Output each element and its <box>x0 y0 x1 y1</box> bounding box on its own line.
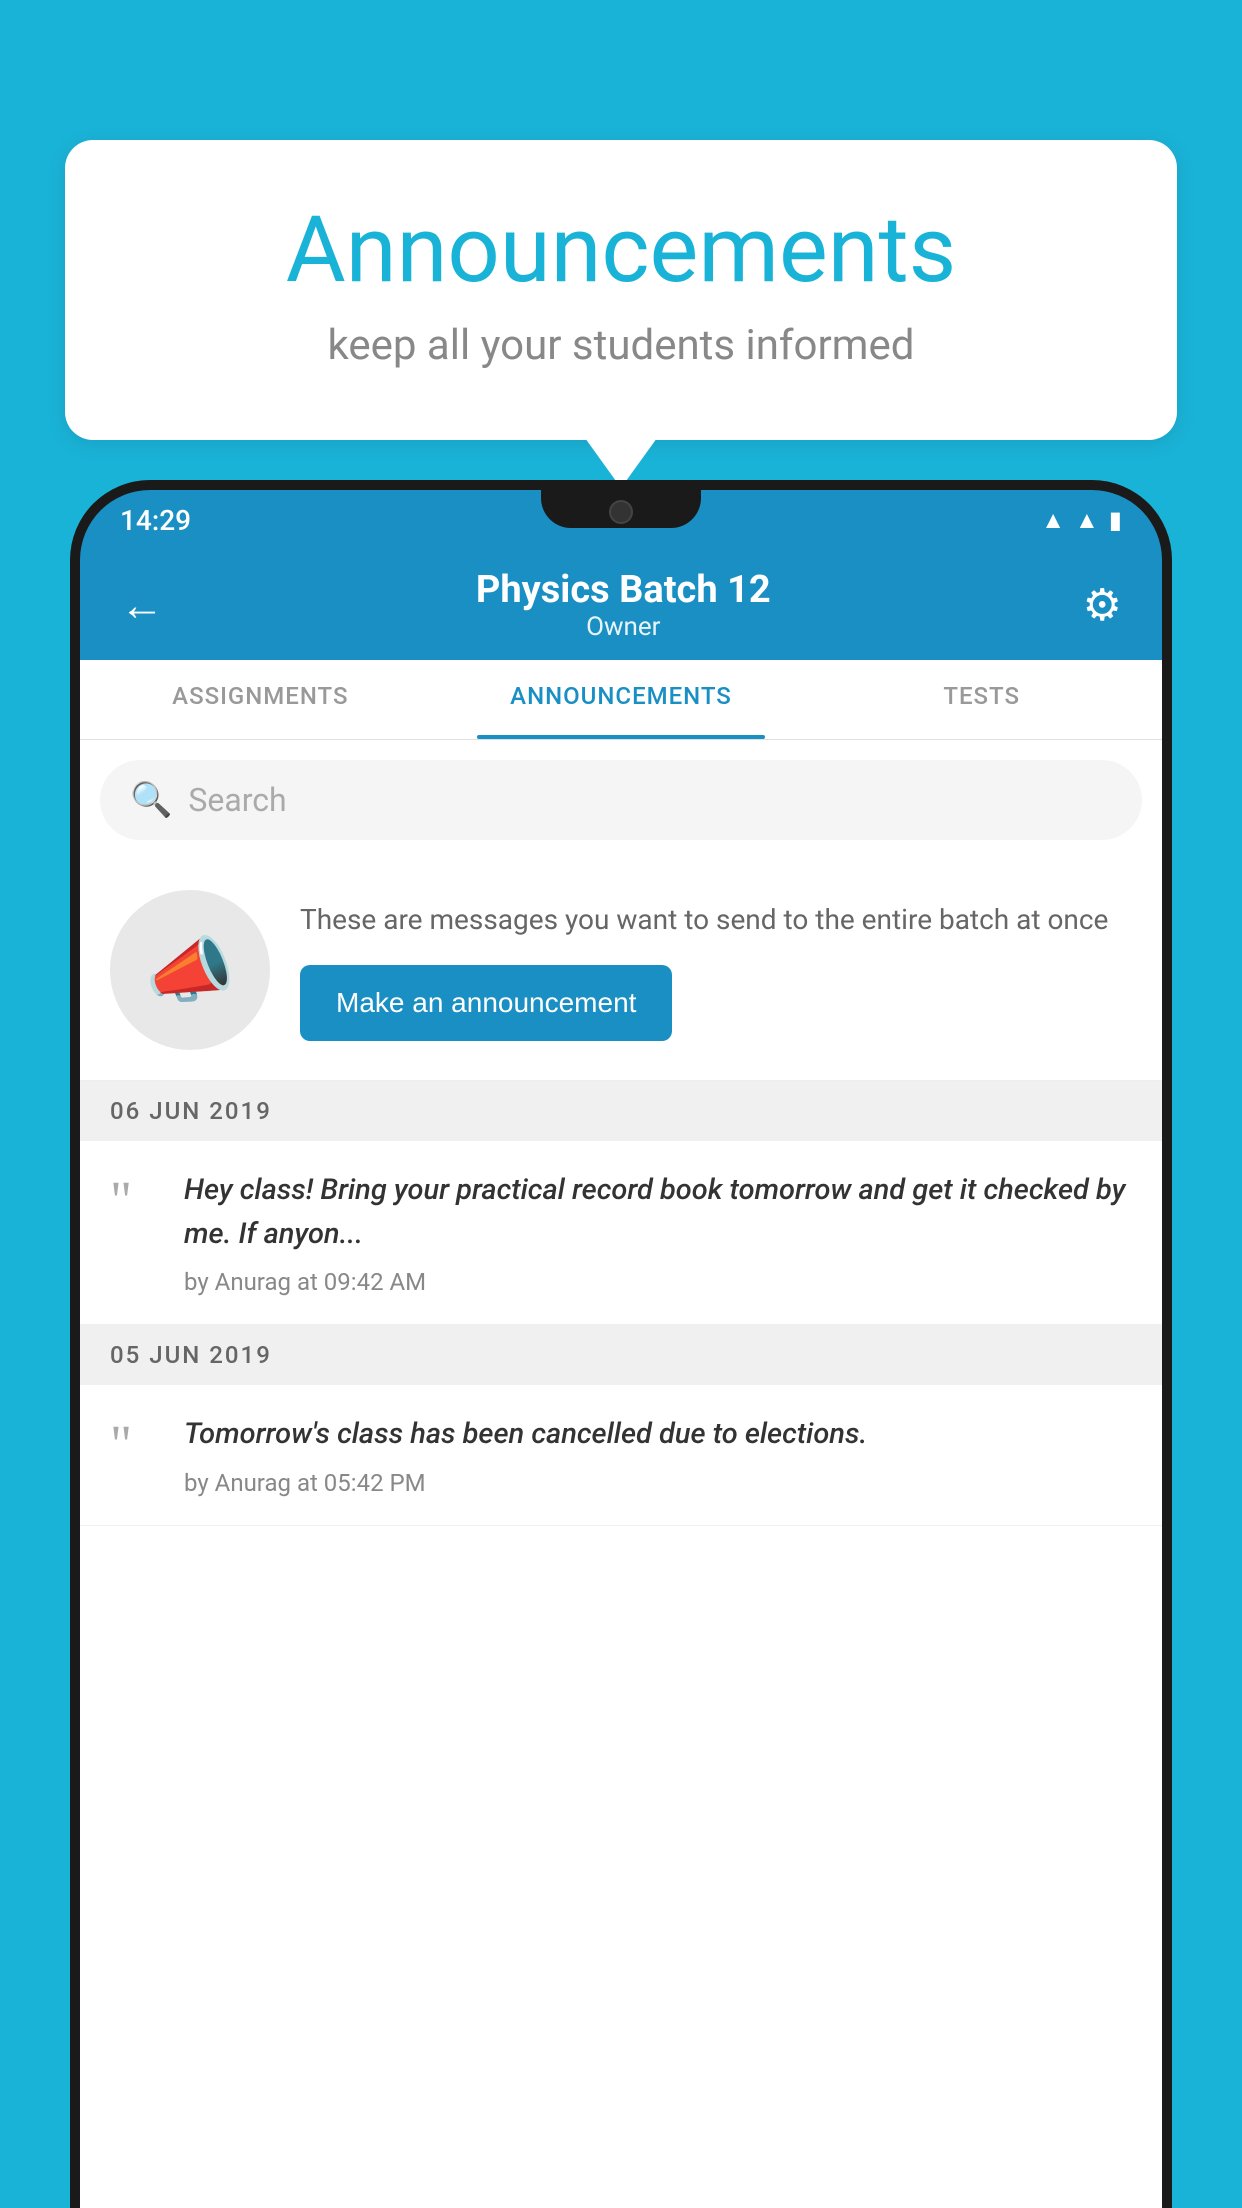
date-separator-1: 06 JUN 2019 <box>80 1081 1162 1141</box>
megaphone-icon: 📣 <box>145 928 235 1013</box>
header-subtitle: Owner <box>476 612 771 642</box>
tab-announcements[interactable]: ANNOUNCEMENTS <box>441 660 802 739</box>
signal-icon: ▲ <box>1075 506 1099 535</box>
promo-right: These are messages you want to send to t… <box>300 899 1132 1041</box>
quote-icon-2: " <box>110 1417 160 1497</box>
phone-content: 🔍 Search 📣 These are messages you want t… <box>80 740 1162 2208</box>
promo-text: These are messages you want to send to t… <box>300 899 1132 941</box>
announcement-item-2[interactable]: " Tomorrow's class has been cancelled du… <box>80 1385 1162 1526</box>
notch <box>541 490 701 528</box>
search-bar[interactable]: 🔍 Search <box>100 760 1142 840</box>
announcement-meta-2: by Anurag at 05:42 PM <box>184 1469 1132 1497</box>
back-button[interactable]: ← <box>120 579 164 631</box>
battery-icon: ▮ <box>1109 506 1122 534</box>
wifi-icon: ▲ <box>1041 506 1065 535</box>
status-time: 14:29 <box>120 504 191 537</box>
search-input[interactable]: Search <box>188 781 286 819</box>
bubble-title: Announcements <box>145 200 1097 301</box>
announcement-text-1: Hey class! Bring your practical record b… <box>184 1169 1132 1256</box>
make-announcement-button[interactable]: Make an announcement <box>300 965 672 1041</box>
tabs-bar: ASSIGNMENTS ANNOUNCEMENTS TESTS <box>80 660 1162 740</box>
tab-tests[interactable]: TESTS <box>801 660 1162 739</box>
settings-icon[interactable]: ⚙ <box>1083 579 1122 631</box>
status-icons: ▲ ▲ ▮ <box>1041 506 1122 535</box>
front-camera <box>609 500 633 524</box>
date-separator-2: 05 JUN 2019 <box>80 1325 1162 1385</box>
phone-frame: 14:29 ▲ ▲ ▮ ← Physics Batch 12 Owner ⚙ A… <box>70 480 1172 2208</box>
search-icon: 🔍 <box>130 780 172 820</box>
announcement-item-1[interactable]: " Hey class! Bring your practical record… <box>80 1141 1162 1325</box>
promo-icon-circle: 📣 <box>110 890 270 1050</box>
header-center: Physics Batch 12 Owner <box>476 568 771 642</box>
announcement-content-1: Hey class! Bring your practical record b… <box>184 1169 1132 1296</box>
announcement-meta-1: by Anurag at 09:42 AM <box>184 1268 1132 1296</box>
speech-bubble: Announcements keep all your students inf… <box>65 140 1177 440</box>
announcement-content-2: Tomorrow's class has been cancelled due … <box>184 1413 1132 1497</box>
announcement-promo: 📣 These are messages you want to send to… <box>80 860 1162 1081</box>
quote-icon-1: " <box>110 1173 160 1296</box>
phone-inner: 14:29 ▲ ▲ ▮ ← Physics Batch 12 Owner ⚙ A… <box>80 490 1162 2208</box>
bubble-subtitle: keep all your students informed <box>145 321 1097 370</box>
header-title: Physics Batch 12 <box>476 568 771 612</box>
tab-assignments[interactable]: ASSIGNMENTS <box>80 660 441 739</box>
app-header: ← Physics Batch 12 Owner ⚙ <box>80 550 1162 660</box>
announcement-text-2: Tomorrow's class has been cancelled due … <box>184 1413 1132 1457</box>
speech-bubble-wrapper: Announcements keep all your students inf… <box>65 140 1177 440</box>
